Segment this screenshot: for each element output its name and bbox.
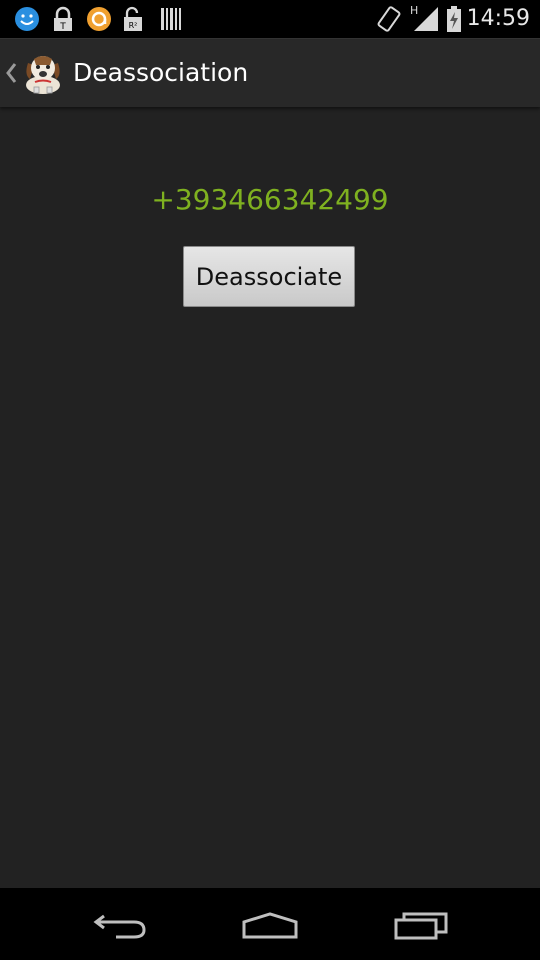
- svg-text:T: T: [59, 22, 66, 32]
- svg-text:R²: R²: [129, 21, 138, 30]
- up-navigation-icon[interactable]: [4, 61, 18, 85]
- orange-circle-icon: [87, 7, 111, 31]
- back-icon[interactable]: [86, 906, 156, 942]
- dog-app-icon[interactable]: [22, 51, 64, 95]
- navigation-bar: [0, 888, 540, 960]
- smiley-icon: [15, 7, 39, 31]
- phone-number: +393466342499: [151, 183, 389, 216]
- recent-apps-icon[interactable]: [386, 906, 456, 942]
- status-bar: T R² H 14:59: [0, 0, 540, 38]
- rotation-icon: [377, 6, 401, 32]
- clock-time: 14:59: [466, 6, 530, 31]
- battery-charging-icon: [447, 6, 461, 32]
- home-icon[interactable]: [235, 906, 305, 942]
- network-type-label: H: [410, 4, 419, 17]
- lock-icon: T: [54, 6, 72, 32]
- action-bar: Deassociation: [0, 38, 540, 107]
- barcode-icon: [161, 8, 181, 30]
- page-title: Deassociation: [73, 58, 249, 87]
- deassociate-button[interactable]: Deassociate: [183, 246, 355, 307]
- unlock-r2-icon: R²: [124, 6, 142, 31]
